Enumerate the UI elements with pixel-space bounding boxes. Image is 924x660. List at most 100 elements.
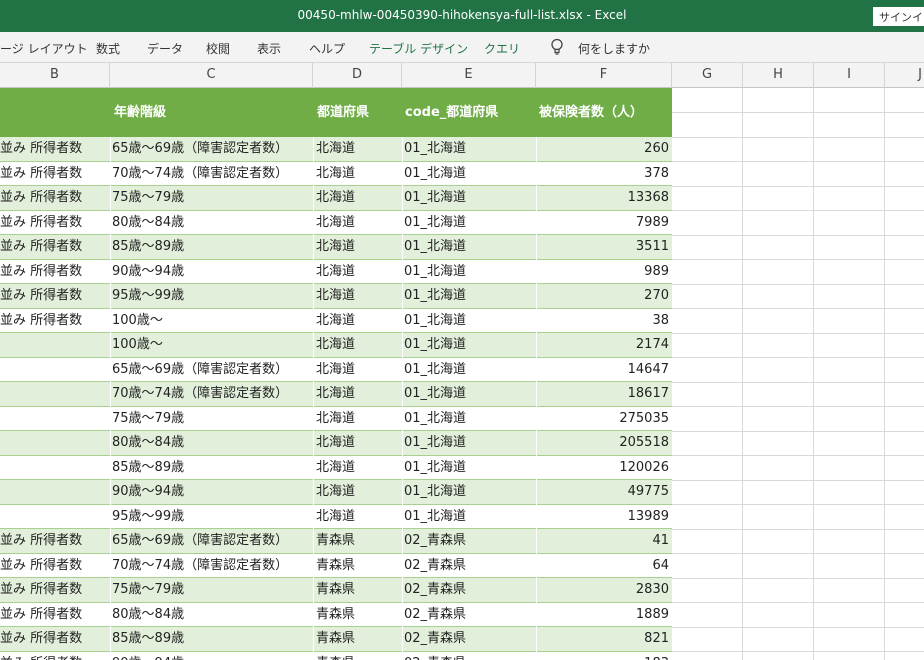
cell-prefecture[interactable]: 北海道 (316, 480, 401, 504)
column-header-h[interactable]: H (743, 63, 814, 88)
table-row[interactable]: 80歳～84歳 北海道 01_北海道 205518 (0, 431, 672, 456)
cell-age-group[interactable]: 70歳～74歳（障害認定者数） (112, 162, 312, 186)
table-row[interactable]: 並み 所得者数 65歳～69歳（障害認定者数） 青森県 02_青森県 41 (0, 529, 672, 554)
cell-insured-count[interactable]: 13368 (537, 186, 671, 210)
cell-income-category[interactable] (0, 333, 109, 357)
table-row[interactable]: 並み 所得者数 80歳～84歳 青森県 02_青森県 1889 (0, 602, 672, 627)
cell-prefecture-code[interactable]: 02_青森県 (404, 529, 535, 553)
cell-prefecture-code[interactable]: 02_青森県 (404, 627, 535, 651)
cell-age-group[interactable]: 75歳～79歳 (112, 578, 312, 602)
cell-prefecture-code[interactable]: 01_北海道 (404, 358, 535, 382)
table-row[interactable]: 並み 所得者数 75歳～79歳 北海道 01_北海道 13368 (0, 186, 672, 211)
column-header-f[interactable]: F (536, 63, 672, 88)
cell-insured-count[interactable]: 205518 (537, 431, 671, 455)
cell-age-group[interactable]: 80歳～84歳 (112, 603, 312, 627)
table-row[interactable]: 並み 所得者数 70歳～74歳（障害認定者数） 北海道 01_北海道 378 (0, 161, 672, 186)
cell-prefecture[interactable]: 北海道 (316, 309, 401, 333)
cell-prefecture-code[interactable]: 01_北海道 (404, 407, 535, 431)
cell-income-category[interactable]: 並み 所得者数 (0, 186, 109, 210)
cell-prefecture-code[interactable]: 01_北海道 (404, 235, 535, 259)
table-row[interactable]: 75歳～79歳 北海道 01_北海道 275035 (0, 406, 672, 431)
cell-prefecture-code[interactable]: 01_北海道 (404, 382, 535, 406)
cell-prefecture-code[interactable]: 01_北海道 (404, 480, 535, 504)
cell-insured-count[interactable]: 378 (537, 162, 671, 186)
cell-prefecture-code[interactable]: 02_青森県 (404, 652, 535, 660)
cell-income-category[interactable] (0, 431, 109, 455)
cell-prefecture[interactable]: 北海道 (316, 186, 401, 210)
cell-prefecture[interactable]: 北海道 (316, 333, 401, 357)
worksheet-grid[interactable]: 年齢階級 都道府県 code_都道府県 被保険者数（人） 並み 所得者数 65歳～… (0, 88, 924, 660)
cell-income-category[interactable]: 並み 所得者数 (0, 284, 109, 308)
cell-prefecture[interactable]: 北海道 (316, 431, 401, 455)
cell-age-group[interactable]: 90歳～94歳 (112, 652, 312, 660)
cell-income-category[interactable]: 並み 所得者数 (0, 309, 109, 333)
cell-age-group[interactable]: 85歳～89歳 (112, 235, 312, 259)
table-row[interactable]: 並み 所得者数90歳～94歳青森県02_青森県183 (0, 651, 672, 660)
sign-in-button[interactable]: サインイン (873, 7, 924, 26)
table-row[interactable]: 95歳～99歳 北海道 01_北海道 13989 (0, 504, 672, 529)
cell-prefecture[interactable]: 北海道 (316, 235, 401, 259)
cell-prefecture[interactable]: 北海道 (316, 284, 401, 308)
cell-prefecture[interactable]: 青森県 (316, 529, 401, 553)
cell-income-category[interactable]: 並み 所得者数 (0, 603, 109, 627)
cell-prefecture-code[interactable]: 01_北海道 (404, 186, 535, 210)
cell-age-group[interactable]: 80歳～84歳 (112, 211, 312, 235)
cell-prefecture[interactable]: 青森県 (316, 554, 401, 578)
cell-income-category[interactable]: 並み 所得者数 (0, 529, 109, 553)
cell-prefecture-code[interactable]: 02_青森県 (404, 578, 535, 602)
cell-age-group[interactable]: 80歳～84歳 (112, 431, 312, 455)
cell-age-group[interactable]: 70歳～74歳（障害認定者数） (112, 382, 312, 406)
cell-income-category[interactable]: 並み 所得者数 (0, 578, 109, 602)
table-row[interactable]: 並み 所得者数 90歳～94歳 北海道 01_北海道 989 (0, 259, 672, 284)
cell-prefecture-code[interactable]: 01_北海道 (404, 162, 535, 186)
cell-age-group[interactable]: 95歳～99歳 (112, 284, 312, 308)
cell-prefecture[interactable]: 北海道 (316, 358, 401, 382)
column-header-d[interactable]: D (313, 63, 402, 88)
table-row[interactable]: 並み 所得者数 80歳～84歳 北海道 01_北海道 7989 (0, 210, 672, 235)
table-row[interactable]: 並み 所得者数 85歳～89歳 青森県 02_青森県 821 (0, 627, 672, 652)
cell-income-category[interactable]: 並み 所得者数 (0, 652, 109, 660)
cell-prefecture[interactable]: 北海道 (316, 162, 401, 186)
cell-insured-count[interactable]: 260 (537, 137, 671, 161)
tab-formulas[interactable]: 数式 (96, 40, 120, 57)
cell-income-category[interactable] (0, 456, 109, 480)
cell-prefecture[interactable]: 北海道 (316, 505, 401, 529)
cell-age-group[interactable]: 75歳～79歳 (112, 186, 312, 210)
cell-prefecture[interactable]: 北海道 (316, 137, 401, 161)
header-cell-insured-count[interactable]: 被保険者数（人） (539, 88, 671, 137)
table-row[interactable]: 85歳～89歳 北海道 01_北海道 120026 (0, 455, 672, 480)
table-row[interactable]: 並み 所得者数 100歳～ 北海道 01_北海道 38 (0, 308, 672, 333)
cell-prefecture[interactable]: 北海道 (316, 407, 401, 431)
cell-insured-count[interactable]: 49775 (537, 480, 671, 504)
cell-prefecture[interactable]: 北海道 (316, 260, 401, 284)
column-header-g[interactable]: G (672, 63, 743, 88)
tab-view[interactable]: 表示 (257, 40, 281, 57)
column-header-b[interactable]: B (0, 63, 110, 88)
cell-prefecture-code[interactable]: 02_青森県 (404, 603, 535, 627)
cell-prefecture-code[interactable]: 01_北海道 (404, 309, 535, 333)
tab-query[interactable]: クエリ (484, 40, 520, 57)
tab-page-layout[interactable]: ージ レイアウト (0, 40, 88, 57)
cell-income-category[interactable]: 並み 所得者数 (0, 137, 109, 161)
cell-prefecture[interactable]: 青森県 (316, 578, 401, 602)
cell-insured-count[interactable]: 3511 (537, 235, 671, 259)
cell-prefecture-code[interactable]: 01_北海道 (404, 260, 535, 284)
cell-prefecture[interactable]: 青森県 (316, 652, 401, 660)
cell-insured-count[interactable]: 2174 (537, 333, 671, 357)
cell-prefecture-code[interactable]: 01_北海道 (404, 505, 535, 529)
cell-income-category[interactable] (0, 480, 109, 504)
tab-data[interactable]: データ (147, 40, 183, 57)
cell-insured-count[interactable]: 183 (537, 652, 671, 660)
table-row[interactable]: 65歳～69歳（障害認定者数） 北海道 01_北海道 14647 (0, 357, 672, 382)
cell-age-group[interactable]: 65歳～69歳（障害認定者数） (112, 137, 312, 161)
cell-insured-count[interactable]: 64 (537, 554, 671, 578)
cell-age-group[interactable]: 65歳～69歳（障害認定者数） (112, 358, 312, 382)
column-header-e[interactable]: E (402, 63, 536, 88)
cell-age-group[interactable]: 90歳～94歳 (112, 480, 312, 504)
column-header-c[interactable]: C (110, 63, 313, 88)
cell-insured-count[interactable]: 1889 (537, 603, 671, 627)
cell-prefecture-code[interactable]: 01_北海道 (404, 456, 535, 480)
cell-age-group[interactable]: 100歳～ (112, 309, 312, 333)
table-row[interactable]: 90歳～94歳 北海道 01_北海道 49775 (0, 480, 672, 505)
table-row[interactable]: 並み 所得者数 85歳～89歳 北海道 01_北海道 3511 (0, 235, 672, 260)
